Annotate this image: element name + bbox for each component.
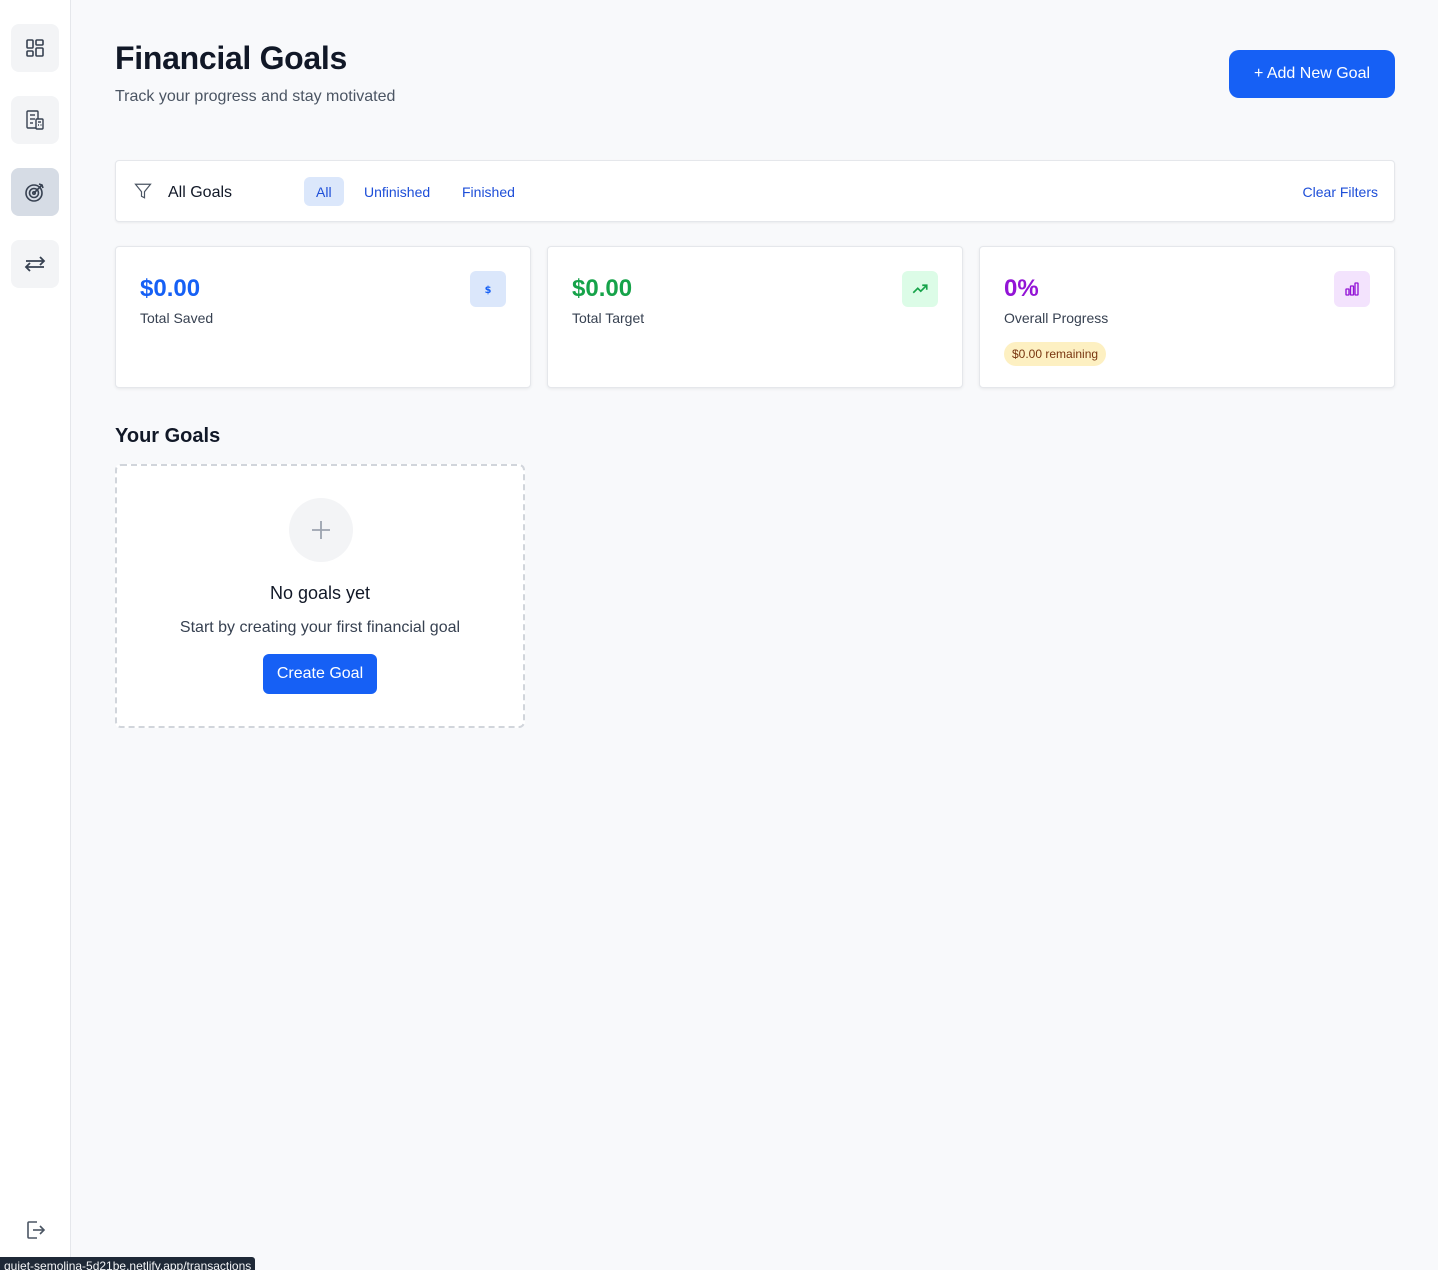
total-saved-label: Total Saved — [140, 310, 214, 326]
overall-progress-label: Overall Progress — [1004, 310, 1109, 326]
add-new-goal-button[interactable]: + Add New Goal — [1229, 50, 1395, 98]
page-subtitle: Track your progress and stay motivated — [115, 88, 396, 105]
status-url-tooltip: quiet-semolina-5d21be.netlify.app/transa… — [0, 1257, 256, 1270]
logout-button[interactable] — [11, 1206, 59, 1254]
empty-state-description: Start by creating your first financial g… — [179, 619, 461, 636]
your-goals-heading: Your Goals — [115, 425, 221, 447]
nav-dashboard-button[interactable] — [11, 24, 59, 72]
total-target-label: Total Target — [572, 310, 645, 326]
total-target-card: $0.00 Total Target — [547, 246, 963, 388]
nav-budget-button[interactable] — [11, 96, 59, 144]
remaining-badge: $0.00 remaining — [1004, 342, 1107, 366]
dashboard-icon — [26, 39, 44, 57]
create-goal-button[interactable]: Create Goal — [263, 654, 377, 694]
clear-filters-link[interactable]: Clear Filters — [1303, 184, 1378, 200]
filter-icon — [134, 183, 152, 199]
empty-goals-card: No goals yet Start by creating your firs… — [115, 464, 525, 728]
total-saved-value: $0.00 — [140, 275, 201, 302]
filter-label: All Goals — [168, 184, 233, 201]
filter-chip-unfinished[interactable]: Unfinished — [352, 177, 442, 206]
nav-transactions-button[interactable] — [11, 240, 59, 288]
filter-chip-finished[interactable]: Finished — [450, 177, 527, 206]
page-title: Financial Goals — [115, 40, 348, 76]
target-icon — [25, 183, 44, 202]
bar-chart-icon — [1334, 271, 1370, 307]
svg-text:$: $ — [485, 285, 492, 296]
filter-bar: All Goals All Unfinished Finished Clear … — [115, 160, 1395, 222]
budget-calculator-icon — [26, 110, 44, 130]
total-saved-card: $0.00 Total Saved $ — [115, 246, 531, 388]
empty-state-title: No goals yet — [269, 583, 371, 603]
sidebar — [0, 0, 71, 1270]
overall-progress-value: 0% — [1004, 275, 1039, 302]
trending-up-icon — [902, 271, 938, 307]
transfer-arrows-icon — [24, 256, 46, 272]
logout-icon — [27, 1221, 46, 1239]
dollar-icon: $ — [470, 271, 506, 307]
total-target-value: $0.00 — [572, 275, 633, 302]
filter-chip-all[interactable]: All — [304, 177, 344, 206]
overall-progress-card: 0% Overall Progress $0.00 remaining — [979, 246, 1395, 388]
nav-goals-button[interactable] — [11, 168, 59, 216]
plus-icon — [289, 498, 353, 562]
